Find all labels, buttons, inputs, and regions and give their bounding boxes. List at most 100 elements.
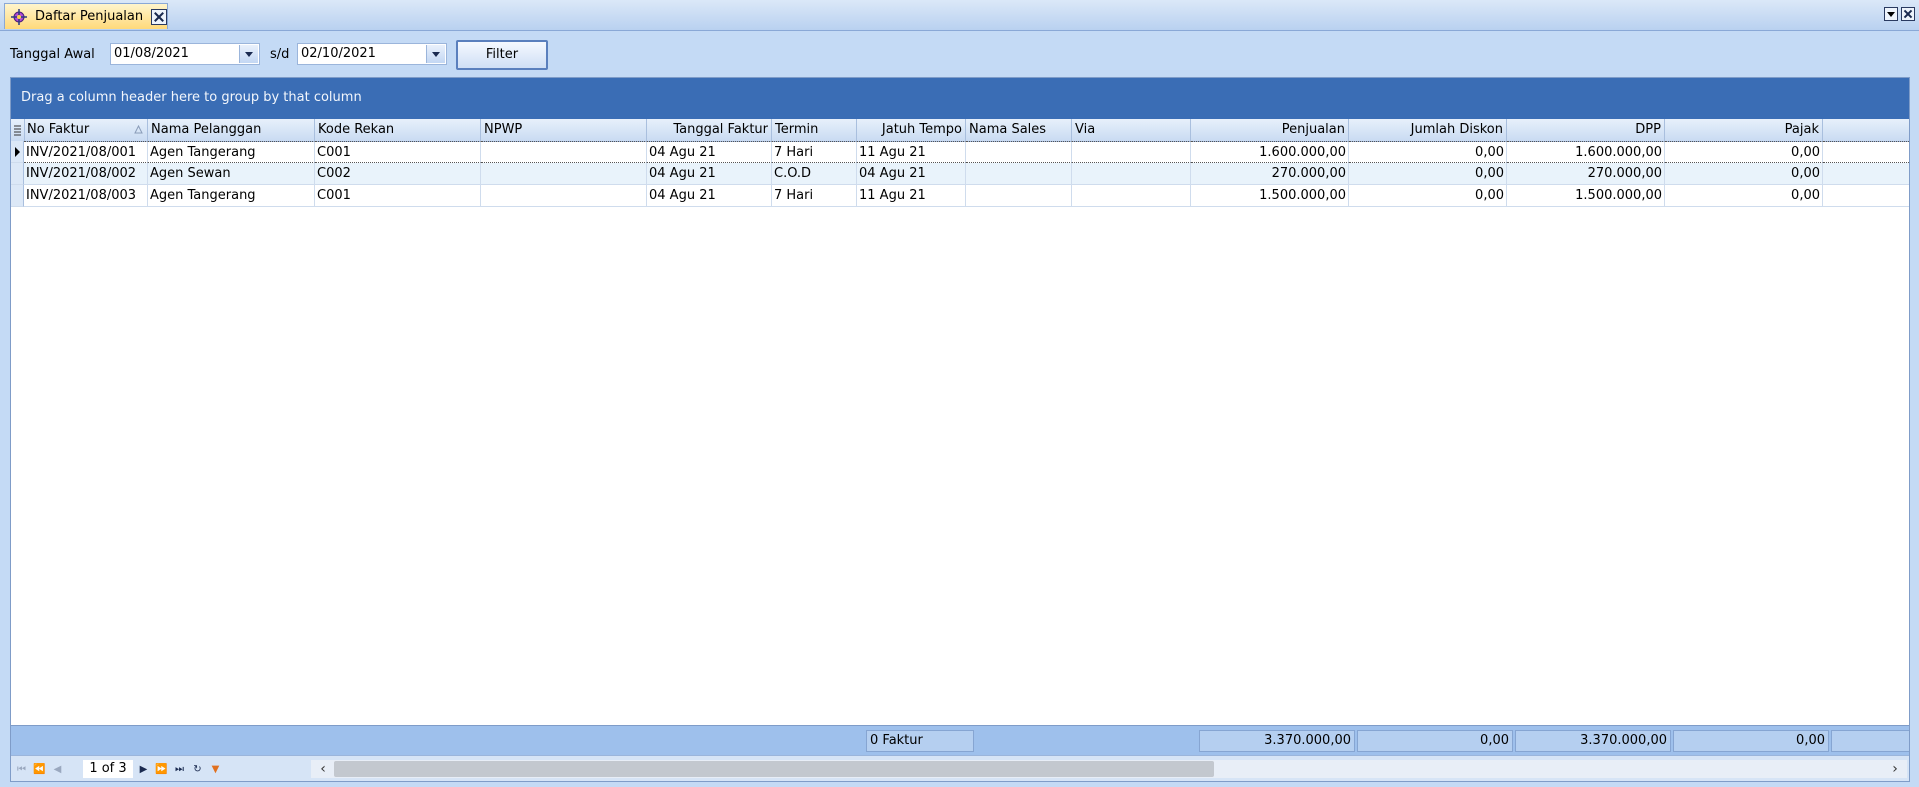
header-kode-rekan[interactable]: Kode Rekan	[315, 119, 481, 141]
cell-nama-sales[interactable]	[966, 141, 1072, 163]
row-indicator[interactable]	[11, 185, 24, 207]
cell-jumlah-diskon[interactable]: 0,00	[1349, 185, 1507, 207]
cell-penjualan[interactable]: 1.600.000,00	[1191, 141, 1349, 163]
cell-kode-rekan[interactable]: C001	[315, 141, 481, 163]
cell-dpp[interactable]: 270.000,00	[1507, 163, 1665, 185]
cell-jatuh-tempo[interactable]: 11 Agu 21	[857, 185, 966, 207]
cell-termin[interactable]: C.O.D	[772, 163, 857, 185]
table-row[interactable]: INV/2021/08/002 Agen Sewan C002 04 Agu 2…	[11, 163, 1909, 185]
cell-empty	[1823, 141, 1909, 163]
horizontal-scrollbar[interactable]: ‹ ›	[311, 760, 1907, 778]
header-no-faktur[interactable]: No Faktur	[24, 119, 148, 141]
header-penjualan[interactable]: Penjualan	[1191, 119, 1349, 141]
header-npwp[interactable]: NPWP	[481, 119, 647, 141]
header-jatuh-tempo[interactable]: Jatuh Tempo	[857, 119, 966, 141]
current-row-arrow-icon	[11, 141, 24, 163]
cell-tanggal-faktur[interactable]: 04 Agu 21	[647, 141, 772, 163]
header-nama-pelanggan[interactable]: Nama Pelanggan	[148, 119, 315, 141]
cell-jatuh-tempo[interactable]: 04 Agu 21	[857, 163, 966, 185]
cell-pajak[interactable]: 0,00	[1665, 163, 1823, 185]
cell-jatuh-tempo[interactable]: 11 Agu 21	[857, 141, 966, 163]
cell-npwp[interactable]	[481, 141, 647, 163]
column-chooser-icon[interactable]	[11, 119, 25, 141]
filter-funnel-icon[interactable]: ▼	[207, 761, 224, 778]
table-row[interactable]: INV/2021/08/003 Agen Tangerang C001 04 A…	[11, 185, 1909, 207]
cell-empty	[1823, 163, 1909, 185]
cell-via[interactable]	[1072, 185, 1191, 207]
cell-jumlah-diskon[interactable]: 0,00	[1349, 141, 1507, 163]
cell-penjualan[interactable]: 270.000,00	[1191, 163, 1349, 185]
cell-nama-sales[interactable]	[966, 185, 1072, 207]
cell-nama-pelanggan[interactable]: Agen Tangerang	[148, 141, 315, 163]
close-tab-icon[interactable]	[151, 9, 167, 25]
last-page-icon[interactable]: ⏭	[171, 761, 188, 778]
end-date-field[interactable]: 02/10/2021	[297, 43, 447, 65]
cell-pajak[interactable]: 0,00	[1665, 185, 1823, 207]
chevron-down-icon[interactable]	[426, 45, 445, 63]
cell-tanggal-faktur[interactable]: 04 Agu 21	[647, 185, 772, 207]
table-row[interactable]: INV/2021/08/001 Agen Tangerang C001 04 A…	[11, 141, 1909, 163]
cell-kode-rekan[interactable]: C002	[315, 163, 481, 185]
page-indicator: 1 of 3	[83, 760, 133, 778]
row-indicator[interactable]	[11, 163, 24, 185]
cell-via[interactable]	[1072, 163, 1191, 185]
previous-record-icon[interactable]: ◀	[49, 761, 66, 778]
window-list-dropdown-icon[interactable]	[1884, 7, 1898, 21]
previous-page-icon[interactable]: ⏪	[31, 761, 48, 778]
summary-footer: 0 Faktur 3.370.000,00 0,00 3.370.000,00 …	[11, 725, 1909, 756]
scrollbar-thumb[interactable]	[334, 761, 1214, 777]
cell-nama-sales[interactable]	[966, 163, 1072, 185]
sort-ascending-icon	[134, 125, 143, 134]
cell-dpp[interactable]: 1.500.000,00	[1507, 185, 1665, 207]
tab-daftar-penjualan[interactable]: Daftar Penjualan	[4, 3, 168, 29]
cell-termin[interactable]: 7 Hari	[772, 141, 857, 163]
header-tanggal-faktur[interactable]: Tanggal Faktur	[647, 119, 772, 141]
cell-npwp[interactable]	[481, 163, 647, 185]
record-navigator: ⏮ ⏪ ◀ 1 of 3 ▶ ⏩ ⏭ ↻ ▼ ‹ ›	[11, 755, 1909, 781]
scroll-right-icon[interactable]: ›	[1886, 760, 1904, 778]
column-header-row: No Faktur Nama Pelanggan Kode Rekan NPWP…	[11, 119, 1909, 142]
refresh-icon[interactable]: ↻	[189, 761, 206, 778]
cell-dpp[interactable]: 1.600.000,00	[1507, 141, 1665, 163]
cell-kode-rekan[interactable]: C001	[315, 185, 481, 207]
footer-penjualan-total: 3.370.000,00	[1199, 730, 1355, 752]
footer-pajak-total: 0,00	[1673, 730, 1829, 752]
cell-npwp[interactable]	[481, 185, 647, 207]
filter-button[interactable]: Filter	[456, 40, 548, 70]
cell-via[interactable]	[1072, 141, 1191, 163]
cell-penjualan[interactable]: 1.500.000,00	[1191, 185, 1349, 207]
footer-diskon-total: 0,00	[1357, 730, 1513, 752]
cell-nama-pelanggan[interactable]: Agen Tangerang	[148, 185, 315, 207]
sales-grid: Drag a column header here to group by th…	[10, 77, 1910, 782]
cell-no-faktur[interactable]: INV/2021/08/003	[24, 185, 148, 207]
header-nama-sales[interactable]: Nama Sales	[966, 119, 1072, 141]
header-termin[interactable]: Termin	[772, 119, 857, 141]
header-jumlah-diskon[interactable]: Jumlah Diskon	[1349, 119, 1507, 141]
group-by-panel[interactable]: Drag a column header here to group by th…	[11, 78, 1909, 119]
document-tab-bar: Daftar Penjualan	[0, 0, 1919, 31]
header-pajak[interactable]: Pajak	[1665, 119, 1823, 141]
start-date-label: Tanggal Awal	[10, 47, 95, 62]
cell-no-faktur[interactable]: INV/2021/08/002	[24, 163, 148, 185]
footer-dpp-total: 3.370.000,00	[1515, 730, 1671, 752]
cell-pajak[interactable]: 0,00	[1665, 141, 1823, 163]
footer-empty	[1831, 730, 1909, 752]
next-page-icon[interactable]: ⏩	[153, 761, 170, 778]
close-window-icon[interactable]	[1901, 7, 1915, 21]
cell-nama-pelanggan[interactable]: Agen Sewan	[148, 163, 315, 185]
first-page-icon[interactable]: ⏮	[13, 761, 30, 778]
next-record-icon[interactable]: ▶	[135, 761, 152, 778]
compass-icon	[11, 9, 27, 25]
scroll-left-icon[interactable]: ‹	[314, 760, 332, 778]
cell-tanggal-faktur[interactable]: 04 Agu 21	[647, 163, 772, 185]
footer-count: 0 Faktur	[866, 730, 974, 752]
cell-termin[interactable]: 7 Hari	[772, 185, 857, 207]
header-dpp[interactable]: DPP	[1507, 119, 1665, 141]
cell-no-faktur[interactable]: INV/2021/08/001	[24, 141, 148, 163]
range-separator: s/d	[270, 47, 290, 62]
header-via[interactable]: Via	[1072, 119, 1191, 141]
end-date-value: 02/10/2021	[301, 46, 376, 61]
start-date-field[interactable]: 01/08/2021	[110, 43, 260, 65]
chevron-down-icon[interactable]	[239, 45, 258, 63]
cell-jumlah-diskon[interactable]: 0,00	[1349, 163, 1507, 185]
